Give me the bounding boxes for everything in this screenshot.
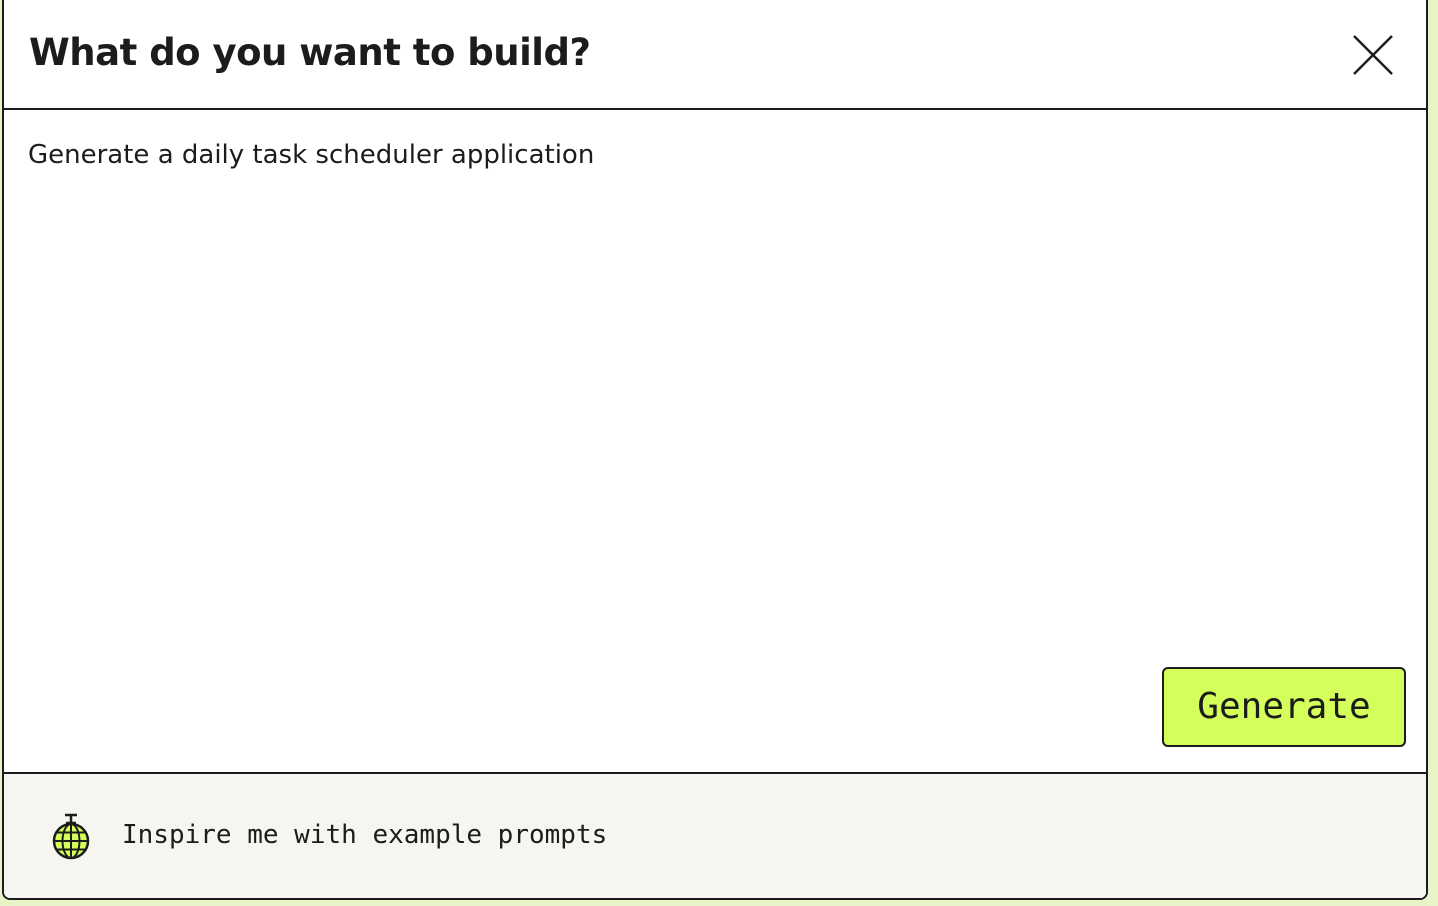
prompt-input[interactable]: Generate a daily task scheduler applicat… bbox=[28, 136, 1398, 636]
close-button[interactable] bbox=[1348, 30, 1398, 80]
dialog-title: What do you want to build? bbox=[29, 31, 591, 74]
inspire-prompts-button[interactable]: Inspire me with example prompts bbox=[4, 772, 1426, 898]
dialog-header: What do you want to build? bbox=[4, 0, 1426, 110]
close-icon bbox=[1353, 35, 1393, 75]
inspire-label: Inspire me with example prompts bbox=[122, 820, 608, 850]
build-dialog: What do you want to build? Generate a da… bbox=[2, 0, 1428, 900]
prompt-area: Generate a daily task scheduler applicat… bbox=[4, 110, 1426, 772]
disco-ball-icon bbox=[52, 813, 90, 860]
generate-button[interactable]: Generate bbox=[1162, 667, 1406, 747]
